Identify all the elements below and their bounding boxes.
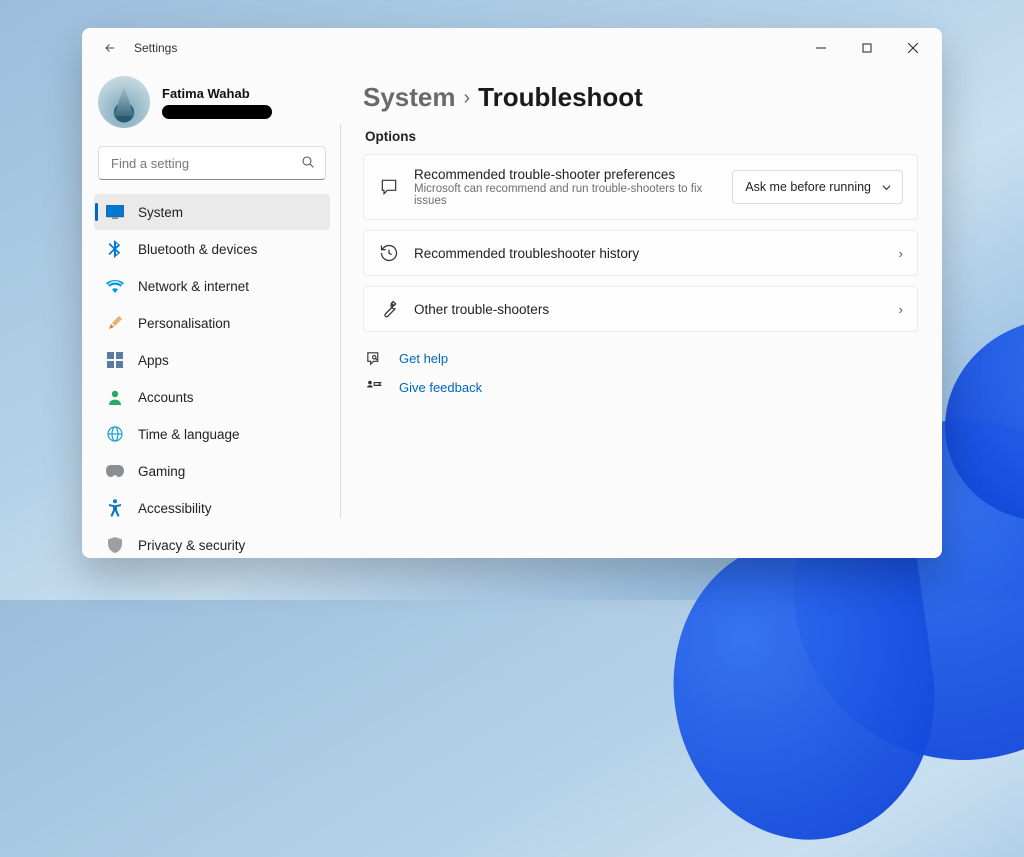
close-button[interactable] — [890, 32, 936, 64]
nav-label: Personalisation — [138, 316, 230, 331]
maximize-icon — [862, 43, 872, 53]
give-feedback-link[interactable]: Give feedback — [365, 379, 918, 396]
nav-label: Accessibility — [138, 501, 212, 516]
card-subtitle: Microsoft can recommend and run trouble-… — [414, 183, 718, 207]
wifi-icon — [106, 277, 124, 295]
nav-label: Bluetooth & devices — [138, 242, 257, 257]
search-box[interactable] — [98, 146, 326, 180]
nav-label: Accounts — [138, 390, 194, 405]
nav-item-gaming[interactable]: Gaming — [94, 453, 330, 489]
close-icon — [908, 43, 918, 53]
settings-window: Settings Fatima Wahab Syst — [82, 28, 942, 558]
nav-item-accounts[interactable]: Accounts — [94, 379, 330, 415]
nav-item-privacy[interactable]: Privacy & security — [94, 527, 330, 558]
nav-label: Time & language — [138, 427, 240, 442]
accessibility-icon — [106, 499, 124, 517]
user-name: Fatima Wahab — [162, 86, 272, 101]
card-title: Other trouble-shooters — [414, 302, 885, 317]
nav-label: Privacy & security — [138, 538, 245, 553]
chat-icon — [378, 177, 400, 197]
nav-item-network[interactable]: Network & internet — [94, 268, 330, 304]
nav-label: Network & internet — [138, 279, 249, 294]
link-label: Get help — [399, 351, 448, 366]
bluetooth-icon — [106, 240, 124, 258]
brush-icon — [106, 314, 124, 332]
link-label: Give feedback — [399, 380, 482, 395]
nav-item-system[interactable]: System — [94, 194, 330, 230]
card-title: Recommended trouble-shooter preferences — [414, 167, 718, 182]
help-icon — [365, 350, 383, 367]
nav-item-accessibility[interactable]: Accessibility — [94, 490, 330, 526]
back-button[interactable] — [96, 34, 124, 62]
user-profile[interactable]: Fatima Wahab — [94, 74, 330, 142]
avatar — [98, 76, 150, 128]
chevron-right-icon: › — [899, 302, 903, 317]
shield-icon — [106, 536, 124, 554]
breadcrumb-parent[interactable]: System — [363, 82, 456, 113]
card-troubleshooter-history[interactable]: Recommended troubleshooter history › — [363, 230, 918, 276]
nav-label: Gaming — [138, 464, 185, 479]
minimize-button[interactable] — [798, 32, 844, 64]
dropdown-value: Ask me before running — [745, 180, 871, 194]
history-icon — [378, 243, 400, 263]
user-email-redacted — [162, 105, 272, 119]
app-title: Settings — [134, 41, 177, 55]
person-icon — [106, 388, 124, 406]
nav-item-personalisation[interactable]: Personalisation — [94, 305, 330, 341]
minimize-icon — [816, 43, 826, 53]
sidebar: Fatima Wahab System Bluetooth & devices — [82, 68, 340, 558]
main-content: System › Troubleshoot Options Recommende… — [341, 68, 942, 558]
card-other-troubleshooters[interactable]: Other trouble-shooters › — [363, 286, 918, 332]
wrench-icon — [378, 299, 400, 319]
search-input[interactable] — [98, 146, 326, 180]
system-icon — [106, 203, 124, 221]
apps-icon — [106, 351, 124, 369]
nav-label: Apps — [138, 353, 169, 368]
feedback-icon — [365, 379, 383, 396]
nav-item-bluetooth[interactable]: Bluetooth & devices — [94, 231, 330, 267]
card-troubleshooter-preferences[interactable]: Recommended trouble-shooter preferences … — [363, 154, 918, 220]
gamepad-icon — [106, 462, 124, 480]
section-heading: Options — [365, 129, 918, 144]
chevron-down-icon — [881, 182, 892, 193]
page-title: Troubleshoot — [478, 82, 643, 113]
arrow-left-icon — [103, 41, 117, 55]
breadcrumb: System › Troubleshoot — [363, 82, 918, 113]
card-title: Recommended troubleshooter history — [414, 246, 885, 261]
globe-icon — [106, 425, 124, 443]
preferences-dropdown[interactable]: Ask me before running — [732, 170, 903, 204]
nav-item-time-language[interactable]: Time & language — [94, 416, 330, 452]
titlebar: Settings — [82, 28, 942, 68]
nav-item-apps[interactable]: Apps — [94, 342, 330, 378]
nav-list: System Bluetooth & devices Network & int… — [94, 194, 330, 558]
chevron-right-icon: › — [899, 246, 903, 261]
search-icon — [300, 154, 316, 170]
nav-label: System — [138, 205, 183, 220]
chevron-right-icon: › — [464, 87, 471, 110]
get-help-link[interactable]: Get help — [365, 350, 918, 367]
maximize-button[interactable] — [844, 32, 890, 64]
